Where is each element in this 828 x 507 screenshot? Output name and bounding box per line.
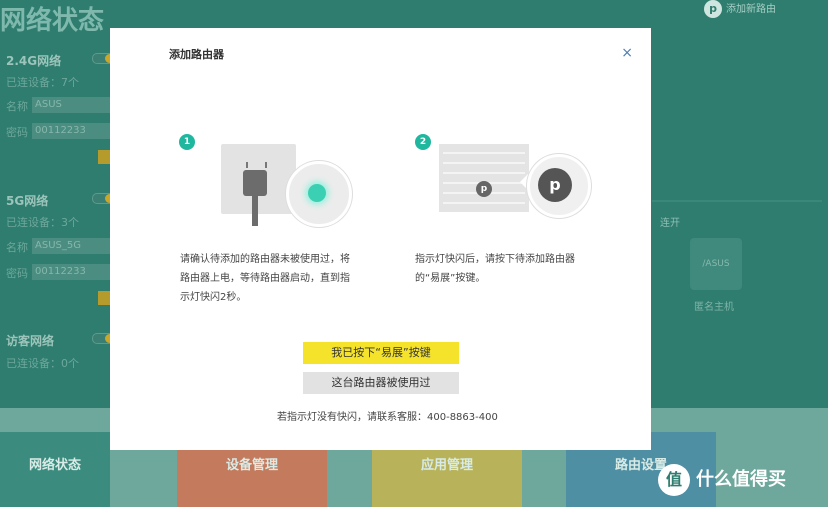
socket-slot xyxy=(265,162,267,168)
easy-expand-button-icon: p xyxy=(538,168,572,202)
pwd-label-5g: 密码 xyxy=(6,267,28,280)
add-router-button[interactable]: p 添加新路由 xyxy=(704,0,776,20)
name-field-2g[interactable]: ASUS xyxy=(32,97,115,113)
dialog-title: 添加路由器 xyxy=(169,48,224,61)
bg-page-title: 网络状态 xyxy=(0,6,105,36)
section-title-guest: 访客网络 xyxy=(6,334,55,348)
router-vent xyxy=(443,202,525,204)
tile-network-status[interactable]: 网络状态 xyxy=(0,432,110,507)
support-hotline: 若指示灯没有快闪，请联系客服：400-8863-400 xyxy=(277,412,498,423)
name-label-2g: 名称 xyxy=(6,100,28,113)
plug-cord xyxy=(252,196,258,226)
connected-5g: 已连设备：3个 xyxy=(6,216,79,229)
tplink-logo-icon: p xyxy=(704,0,722,18)
anon-host-label: 匿名主机 xyxy=(694,302,734,313)
asus-device-icon[interactable]: /ASUS xyxy=(690,238,742,290)
router-vent xyxy=(443,152,525,154)
close-icon[interactable]: × xyxy=(621,45,633,61)
section-title-5g: 5G网络 xyxy=(6,194,49,208)
name-field-5g[interactable]: ASUS_5G xyxy=(32,238,115,254)
network-sidebar: 2.4G网络 已连设备：7个 名称 ASUS 密码 00112233 5G网络 … xyxy=(0,40,120,410)
pressed-button[interactable]: 我已按下“易展”按键 xyxy=(303,342,459,364)
connect-label: 连开 xyxy=(660,218,680,229)
pwd-field-5g[interactable]: 00112233 xyxy=(32,264,115,280)
step-1-description: 请确认待添加的路由器未被使用过，将路由器上电，等待路由器启动，直到指示灯快闪2秒… xyxy=(180,254,350,303)
router-vent xyxy=(443,172,525,174)
router-vent xyxy=(443,162,525,164)
plug-icon xyxy=(243,170,267,196)
router-illustration xyxy=(439,144,529,212)
pwd-label-2g: 密码 xyxy=(6,126,28,139)
name-label-5g: 名称 xyxy=(6,241,28,254)
step-2-description: 指示灯快闪后，请按下待添加路由器的“易展”按键。 xyxy=(415,254,575,284)
watermark: 值什么值得买 xyxy=(658,462,786,498)
pwd-field-2g[interactable]: 00112233 xyxy=(32,123,115,139)
add-router-dialog: 添加路由器 × 1 2 p p 请确认待添加的路由器未被使用过，将路由器上电，等… xyxy=(110,28,651,450)
step-2-badge: 2 xyxy=(415,134,431,150)
connected-2g: 已连设备：7个 xyxy=(6,76,79,89)
connected-guest: 已连设备：0个 xyxy=(6,357,79,370)
smzdm-logo-icon: 值 xyxy=(658,464,690,496)
led-light-icon xyxy=(308,184,326,202)
socket-slot xyxy=(246,162,248,168)
router-used-button[interactable]: 这台路由器被使用过 xyxy=(303,372,459,394)
watermark-text: 什么值得买 xyxy=(696,469,786,490)
router-logo-icon: p xyxy=(476,181,492,197)
connection-line xyxy=(652,200,822,202)
section-title-2g: 2.4G网络 xyxy=(6,54,62,68)
step-1-badge: 1 xyxy=(179,134,195,150)
add-router-label: 添加新路由 xyxy=(726,4,776,15)
